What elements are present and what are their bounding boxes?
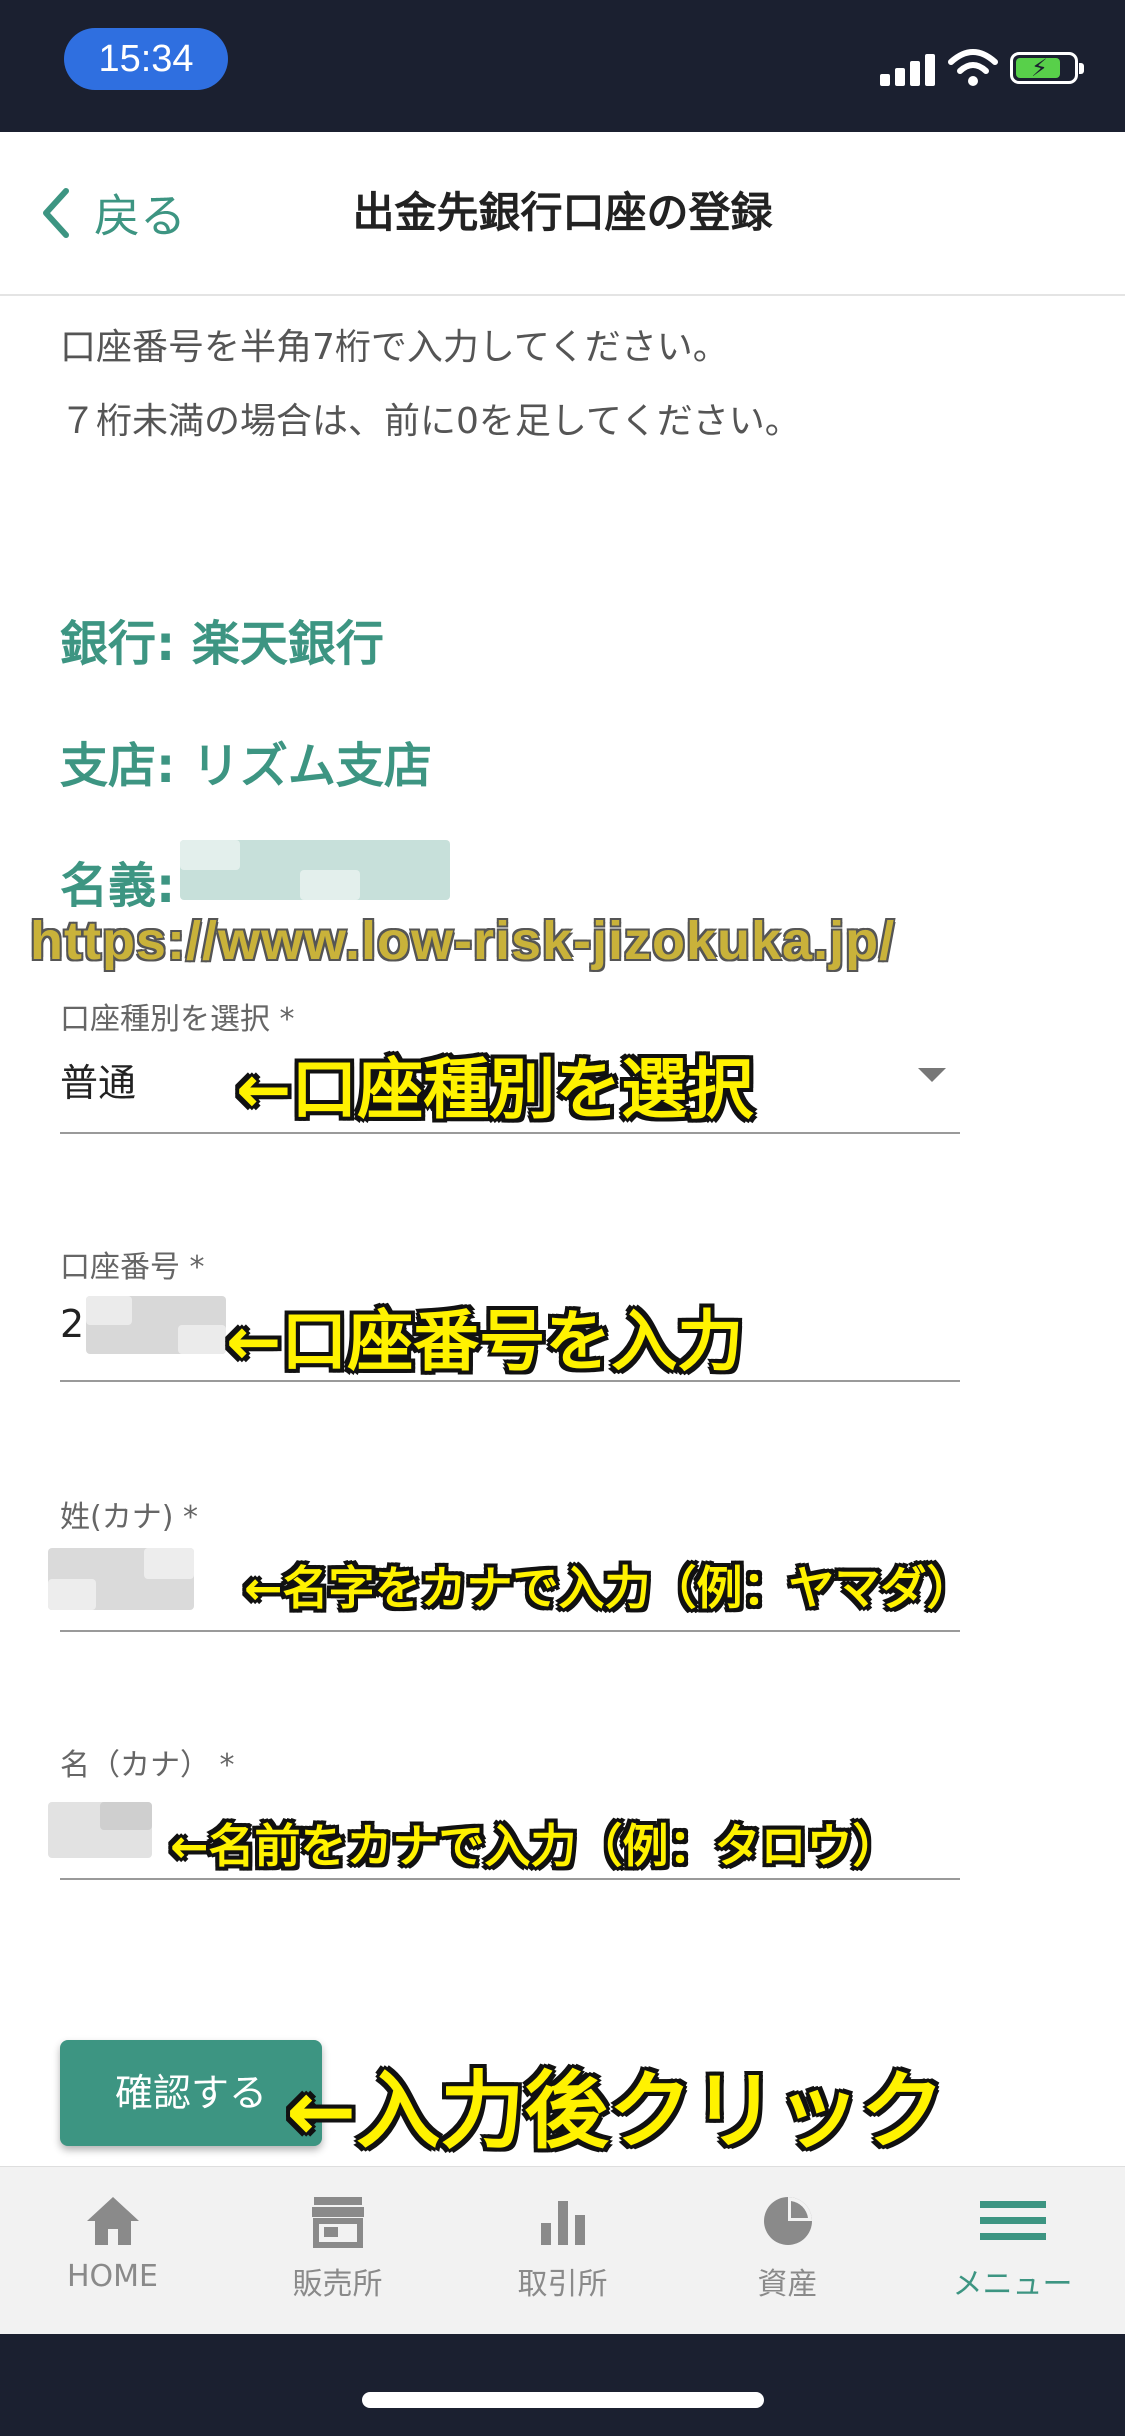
tab-assets[interactable]: 資産 bbox=[675, 2167, 900, 2335]
navigation-bar: 戻る 出金先銀行口座の登録 bbox=[0, 132, 1125, 296]
battery-icon: ⚡ bbox=[1010, 52, 1084, 84]
account-number-input[interactable]: 2 bbox=[60, 1302, 84, 1346]
status-bar: 15:34 ⚡ bbox=[0, 0, 1125, 132]
page-title: 出金先銀行口座の登録 bbox=[352, 188, 773, 237]
instruction-line-2: ７桁未満の場合は、前に0を足してください。 bbox=[60, 401, 801, 442]
branch-name: 支店: リズム支店 bbox=[60, 738, 432, 794]
back-label: 戻る bbox=[94, 189, 186, 243]
bottom-tab-bar: HOME 販売所 取引所 資産 メニュー bbox=[0, 2166, 1125, 2335]
tab-home-label: HOME bbox=[66, 2259, 158, 2294]
annotation-last-name: ←名字をカナで入力（例：ヤマダ） bbox=[244, 1561, 973, 1615]
tab-assets-label: 資産 bbox=[757, 2267, 818, 2302]
back-button[interactable]: 戻る bbox=[40, 180, 186, 246]
status-time: 15:34 bbox=[64, 28, 228, 90]
account-type-select[interactable]: 普通 bbox=[60, 1052, 136, 1107]
first-name-input[interactable] bbox=[48, 1802, 152, 1858]
annotation-click-after: ←入力後クリック bbox=[286, 2062, 945, 2160]
confirm-button[interactable]: 確認する bbox=[60, 2040, 322, 2146]
last-name-input[interactable] bbox=[48, 1548, 194, 1610]
tab-menu-label: メニュー bbox=[952, 2267, 1073, 2302]
home-icon bbox=[86, 2197, 139, 2245]
menu-icon bbox=[979, 2201, 1046, 2240]
first-name-label: 名（カナ） * bbox=[60, 1748, 235, 1783]
wifi-icon bbox=[948, 49, 998, 86]
account-number-label: 口座番号 * bbox=[60, 1250, 205, 1285]
last-name-label: 姓(カナ) * bbox=[60, 1500, 198, 1535]
tab-store[interactable]: 販売所 bbox=[225, 2167, 450, 2335]
holder-label: 名義: bbox=[60, 858, 176, 914]
home-indicator-area bbox=[0, 2334, 1125, 2436]
pie-chart-icon bbox=[763, 2197, 812, 2245]
tab-home[interactable]: HOME bbox=[0, 2167, 225, 2335]
bank-name: 銀行: 楽天銀行 bbox=[60, 616, 384, 672]
bar-chart-icon bbox=[540, 2201, 585, 2245]
instruction-line-1: 口座番号を半角7桁で入力してください。 bbox=[60, 327, 729, 368]
tab-store-label: 販売所 bbox=[292, 2267, 383, 2302]
home-indicator[interactable] bbox=[362, 2392, 764, 2408]
store-icon bbox=[311, 2197, 364, 2248]
annotation-enter-number: ←口座番号を入力 bbox=[226, 1303, 744, 1380]
tab-exchange-label: 取引所 bbox=[517, 2267, 608, 2302]
dropdown-arrow-icon[interactable] bbox=[918, 1068, 946, 1082]
account-type-label: 口座種別を選択 * bbox=[60, 1002, 295, 1037]
signal-icon bbox=[880, 54, 936, 86]
annotation-select-type: ←口座種別を選択 bbox=[236, 1051, 754, 1128]
chevron-left-icon bbox=[43, 188, 69, 238]
watermark-url: https://www.low-risk-jizokuka.jp/ bbox=[30, 911, 896, 971]
last-name-underline bbox=[60, 1630, 960, 1632]
first-name-underline bbox=[60, 1878, 960, 1880]
account-type-underline bbox=[60, 1132, 960, 1134]
tab-exchange[interactable]: 取引所 bbox=[450, 2167, 675, 2335]
annotation-first-name: ←名前をカナで入力（例：タロウ） bbox=[170, 1819, 899, 1873]
tab-menu[interactable]: メニュー bbox=[900, 2167, 1125, 2335]
